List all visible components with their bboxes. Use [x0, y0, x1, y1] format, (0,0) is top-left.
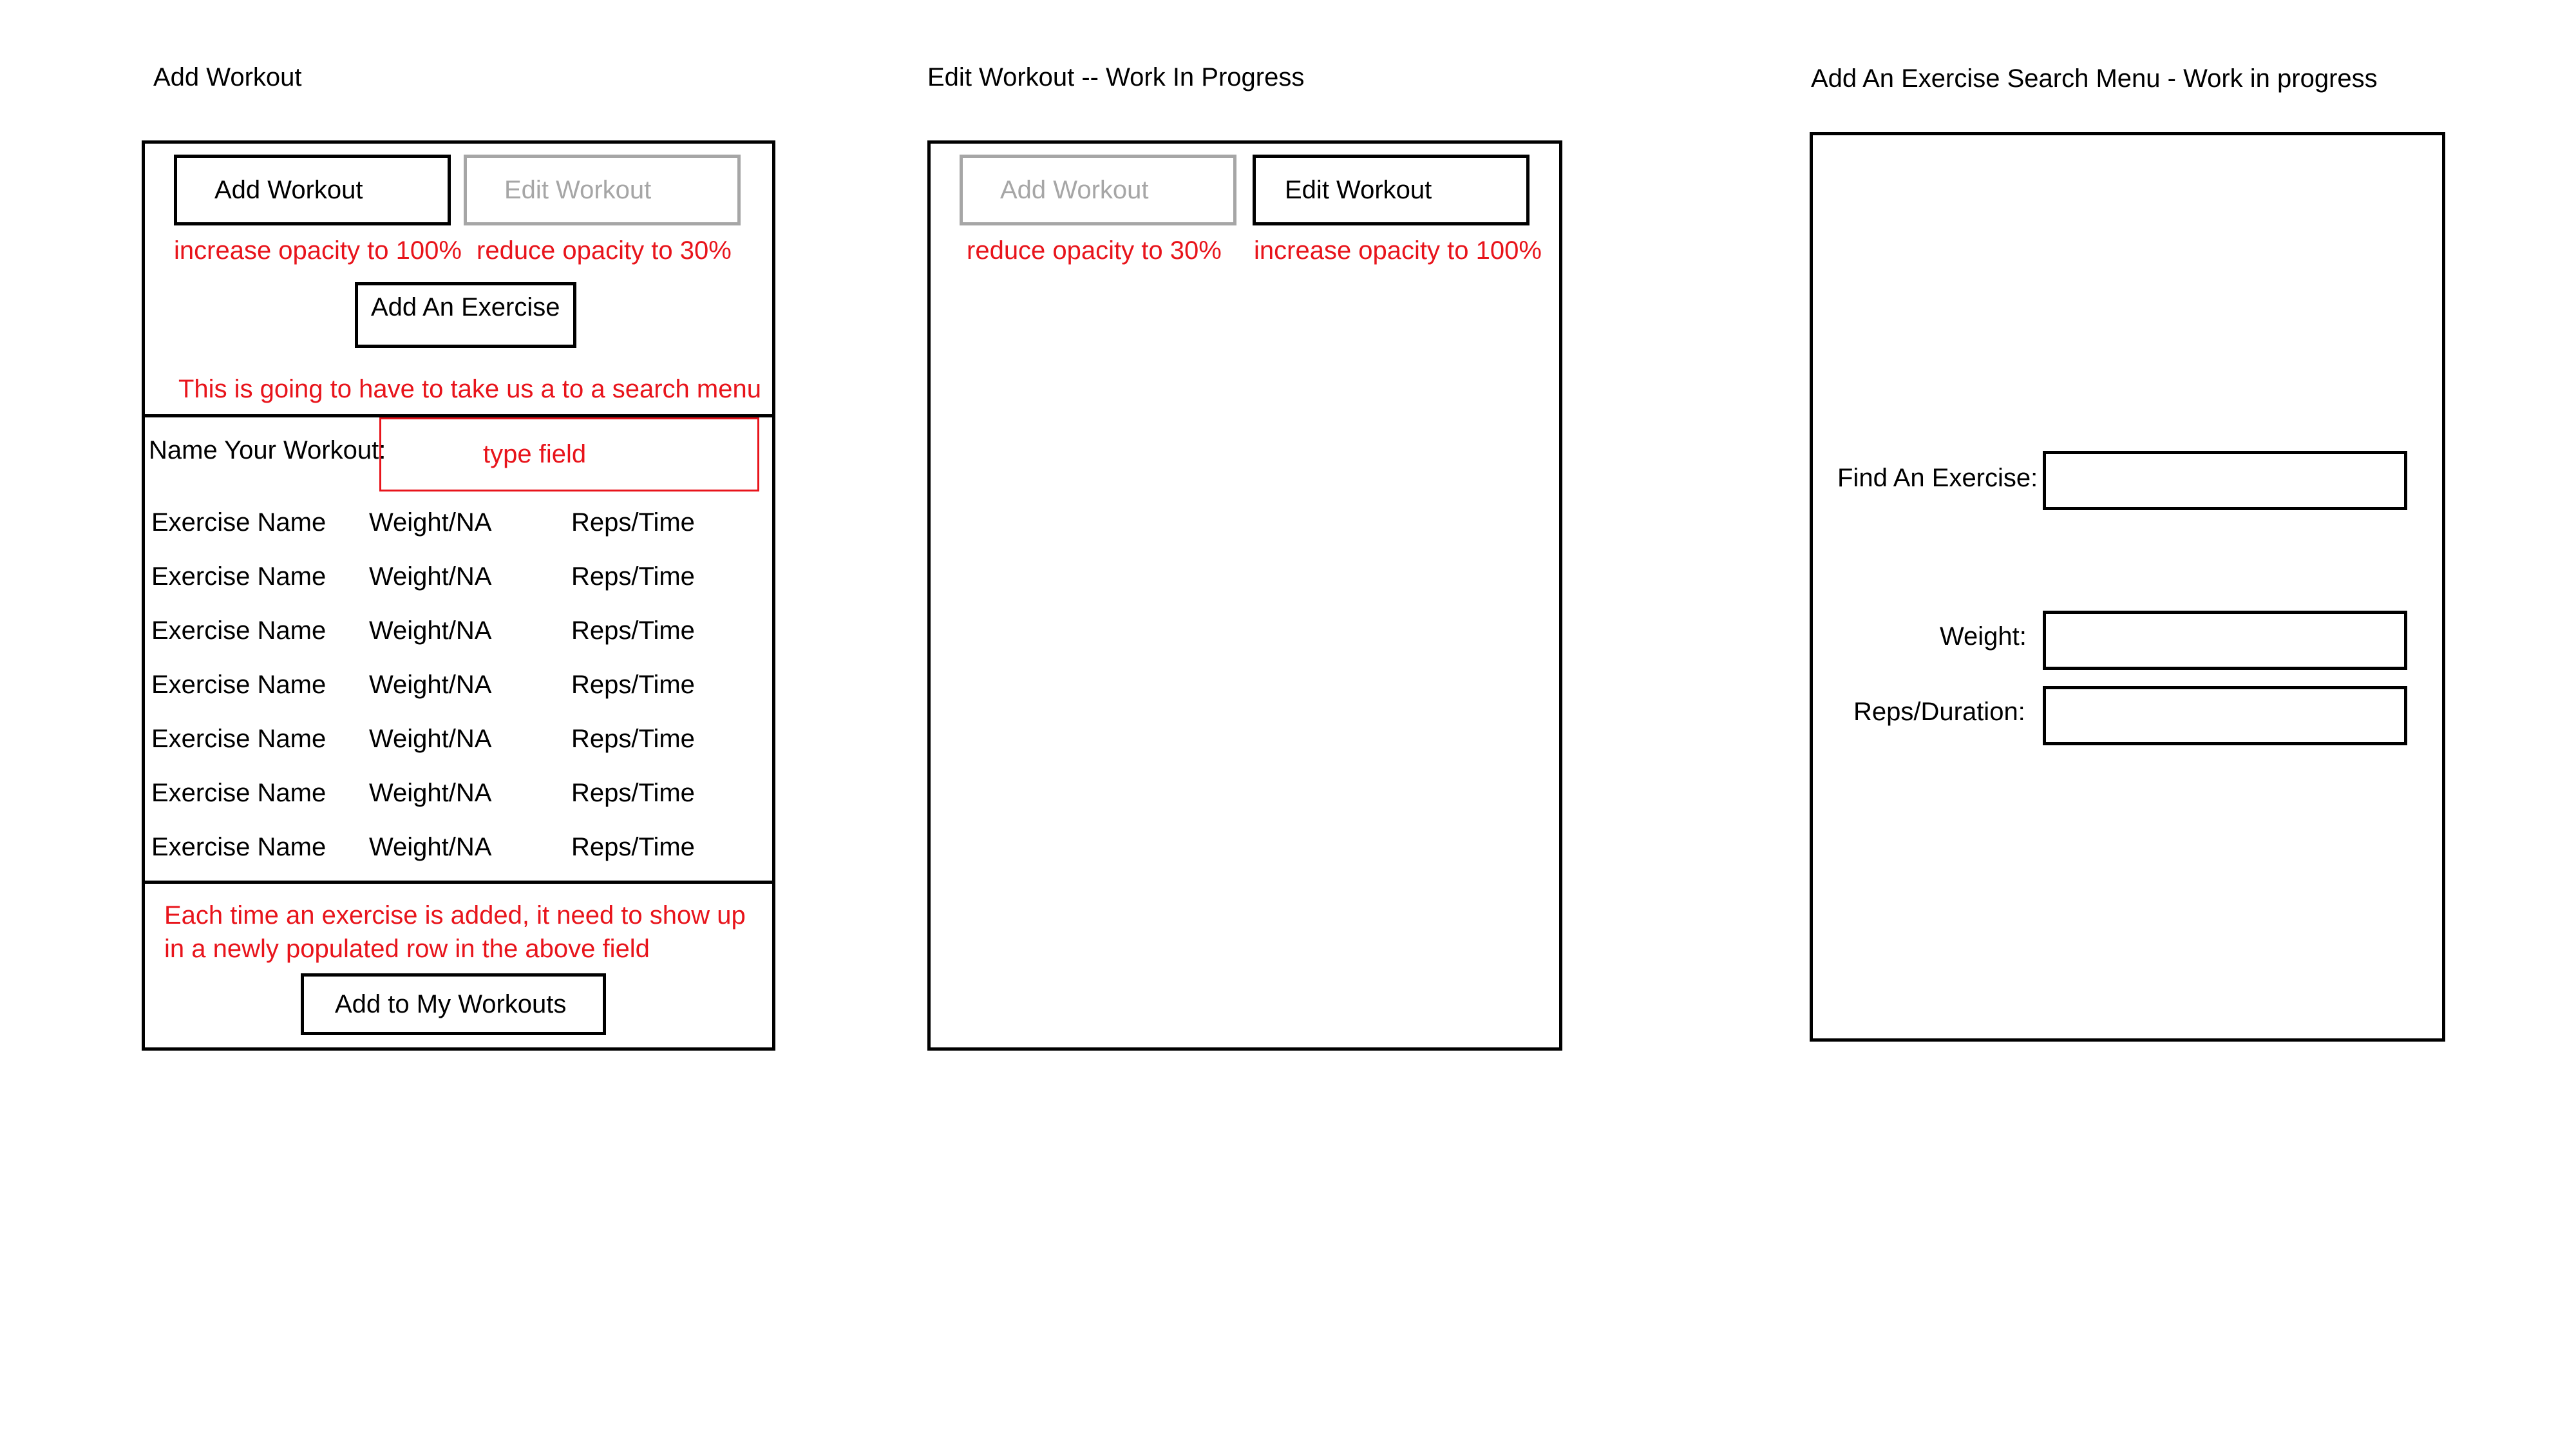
exercise-weight-cell: Weight/NA	[369, 562, 492, 591]
exercise-weight-cell: Weight/NA	[369, 508, 492, 537]
add-workout-tab-button[interactable]: Add Workout	[174, 155, 451, 225]
exercise-weight-cell: Weight/NA	[369, 833, 492, 861]
exercise-reps-cell: Reps/Time	[571, 833, 695, 861]
note-reduce-opacity: reduce opacity to 30%	[967, 236, 1222, 265]
section-divider	[145, 881, 772, 884]
search-menu-panel: Find An Exercise: Weight: Reps/Duration:	[1810, 132, 2445, 1042]
note-increase-opacity: increase opacity to 100%	[174, 236, 462, 265]
edit-workout-tab-button[interactable]: Edit Workout	[1253, 155, 1530, 225]
add-workout-title: Add Workout	[153, 63, 302, 91]
reps-duration-label: Reps/Duration:	[1853, 698, 2025, 726]
exercise-reps-cell: Reps/Time	[571, 725, 695, 753]
find-exercise-input[interactable]	[2043, 451, 2407, 510]
weight-label: Weight:	[1940, 622, 2027, 651]
exercise-list: Exercise Name Weight/NA Reps/Time Exerci…	[145, 508, 772, 895]
add-exercise-button[interactable]: Add An Exercise	[355, 282, 576, 348]
note-rows-line1: Each time an exercise is added, it need …	[164, 901, 746, 930]
type-field-note: type field	[483, 440, 587, 468]
exercise-weight-cell: Weight/NA	[369, 671, 492, 699]
edit-workout-tab-label: Edit Workout	[1285, 175, 1432, 204]
edit-workout-tab-button[interactable]: Edit Workout	[464, 155, 741, 225]
exercise-reps-cell: Reps/Time	[571, 616, 695, 645]
note-increase-opacity: increase opacity to 100%	[1254, 236, 1542, 265]
edit-workout-title: Edit Workout -- Work In Progress	[927, 63, 1305, 91]
table-row[interactable]: Exercise Name Weight/NA Reps/Time	[145, 508, 772, 562]
table-row[interactable]: Exercise Name Weight/NA Reps/Time	[145, 616, 772, 671]
reps-duration-input[interactable]	[2043, 686, 2407, 745]
exercise-name-cell: Exercise Name	[151, 725, 327, 753]
table-row[interactable]: Exercise Name Weight/NA Reps/Time	[145, 779, 772, 833]
exercise-name-cell: Exercise Name	[151, 508, 327, 537]
weight-input[interactable]	[2043, 611, 2407, 670]
exercise-weight-cell: Weight/NA	[369, 779, 492, 807]
table-row[interactable]: Exercise Name Weight/NA Reps/Time	[145, 725, 772, 779]
exercise-name-cell: Exercise Name	[151, 671, 327, 699]
exercise-reps-cell: Reps/Time	[571, 562, 695, 591]
table-row[interactable]: Exercise Name Weight/NA Reps/Time	[145, 671, 772, 725]
note-search-menu: This is going to have to take us a to a …	[178, 375, 761, 403]
exercise-name-cell: Exercise Name	[151, 562, 327, 591]
edit-workout-tab-label: Edit Workout	[504, 175, 652, 204]
add-to-my-workouts-button[interactable]: Add to My Workouts	[301, 973, 606, 1035]
edit-workout-panel: Add Workout Edit Workout reduce opacity …	[927, 140, 1562, 1051]
add-to-my-workouts-label: Add to My Workouts	[335, 989, 567, 1018]
name-workout-label: Name Your Workout:	[149, 436, 386, 464]
note-rows-line2: in a newly populated row in the above fi…	[164, 935, 650, 963]
table-row[interactable]: Exercise Name Weight/NA Reps/Time	[145, 562, 772, 616]
workout-name-input[interactable]: type field	[379, 417, 759, 491]
add-exercise-label: Add An Exercise	[371, 293, 560, 321]
note-reduce-opacity: reduce opacity to 30%	[477, 236, 732, 265]
add-workout-tab-button[interactable]: Add Workout	[960, 155, 1236, 225]
exercise-reps-cell: Reps/Time	[571, 508, 695, 537]
exercise-name-cell: Exercise Name	[151, 779, 327, 807]
exercise-weight-cell: Weight/NA	[369, 725, 492, 753]
exercise-reps-cell: Reps/Time	[571, 779, 695, 807]
add-workout-panel: Add Workout Edit Workout increase opacit…	[142, 140, 775, 1051]
add-workout-tab-label: Add Workout	[1000, 175, 1149, 204]
find-exercise-label: Find An Exercise:	[1837, 464, 2038, 492]
exercise-reps-cell: Reps/Time	[571, 671, 695, 699]
search-menu-title: Add An Exercise Search Menu - Work in pr…	[1811, 64, 2378, 93]
exercise-name-cell: Exercise Name	[151, 833, 327, 861]
exercise-weight-cell: Weight/NA	[369, 616, 492, 645]
add-workout-tab-label: Add Workout	[214, 175, 363, 204]
table-row[interactable]: Exercise Name Weight/NA Reps/Time	[145, 833, 772, 887]
exercise-name-cell: Exercise Name	[151, 616, 327, 645]
